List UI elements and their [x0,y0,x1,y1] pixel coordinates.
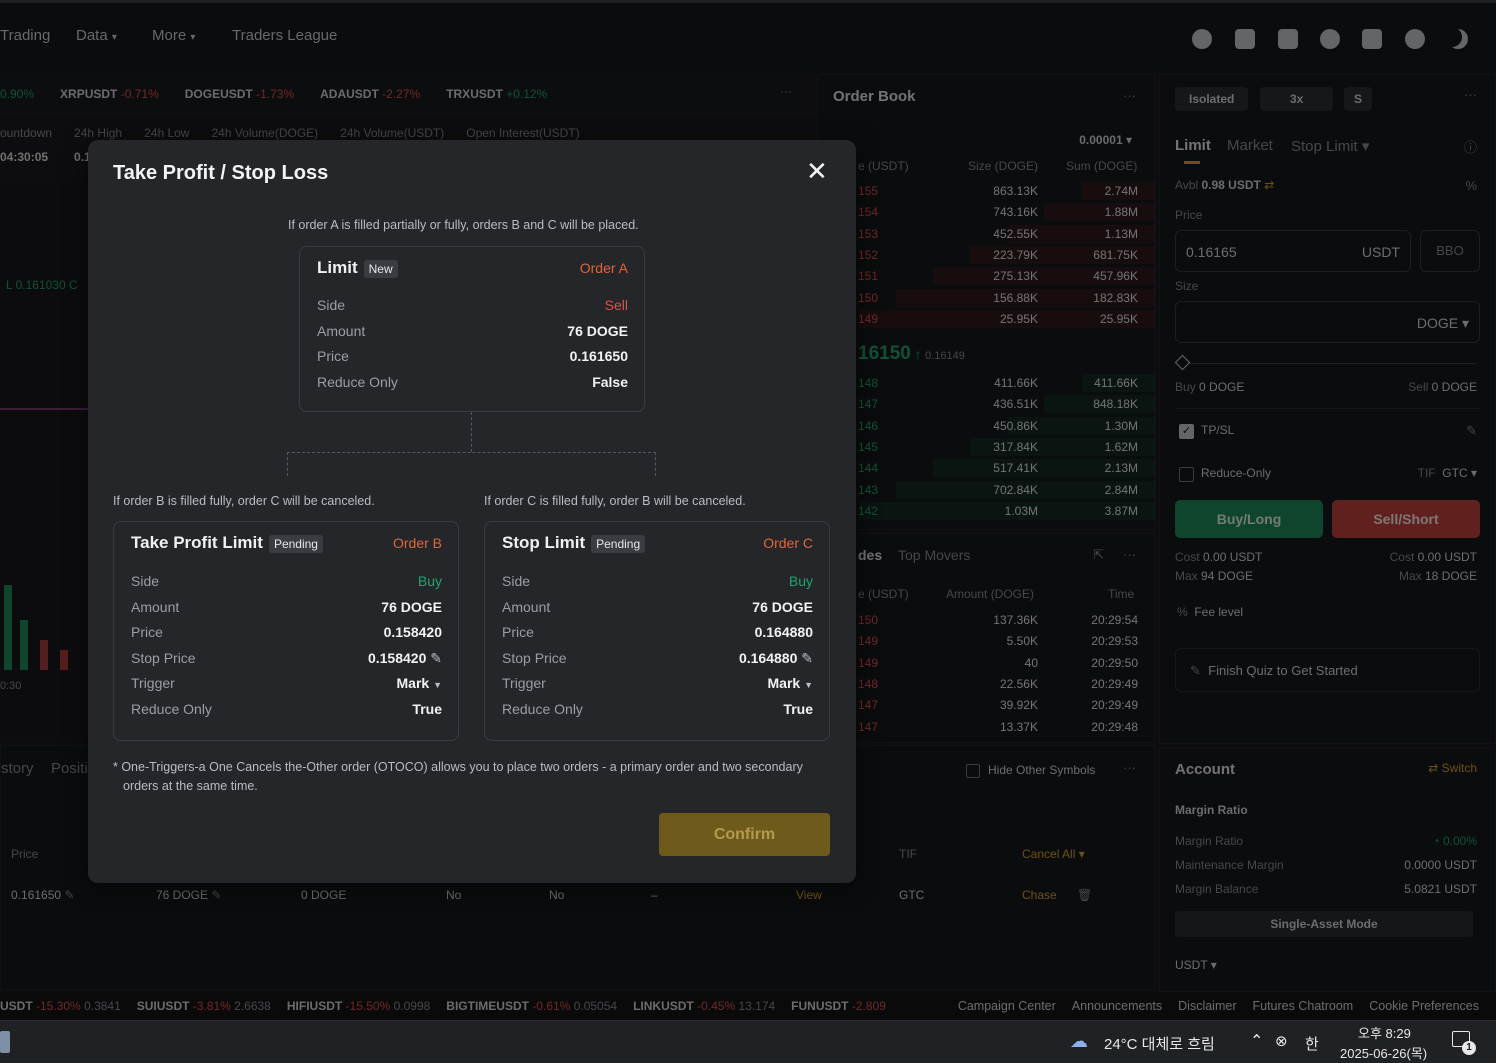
side-label: Side [502,573,531,589]
chevron-down-icon: ▼ [433,680,442,690]
order-c-note: If order C is filled fully, order B will… [484,494,746,508]
confirm-label: Confirm [713,826,776,843]
order-b-tag: Order B [392,535,442,551]
reduce-only-value: True [783,701,813,717]
stop-price-value: 0.164880 [738,650,798,666]
amount-label: Amount [502,599,551,615]
stop-price-label: Stop Price [502,650,567,666]
order-a-tag: Order A [579,260,628,276]
edit-icon: ✎ [801,650,813,666]
order-c-badge: Pending [591,534,646,553]
side-value: Buy [417,573,442,589]
weather-text[interactable]: 24°C 대체로 흐림 [1104,1033,1215,1054]
amount-label: Amount [131,599,180,615]
notification-count: 1 [1462,1041,1476,1055]
order-a-title: Limit New [317,258,398,278]
side-value: Buy [788,573,813,589]
price-label: Price [131,624,163,640]
order-c-card: Stop Limit Pending Order C Side Buy Amoun… [484,521,830,741]
otoco-footnote: * One-Triggers-a One Cancels the-Other o… [113,760,803,774]
order-a-badge: New [363,259,398,278]
order-a-type: Limit [317,258,358,277]
trigger-value: Mark [396,675,430,691]
chevron-up-icon[interactable]: ⌃ [1250,1031,1263,1051]
close-circle-icon[interactable]: ⊗ [1275,1032,1288,1050]
modal-title: Take Profit / Stop Loss [113,162,329,184]
clock-date[interactable]: 2025-06-26(목) [1340,1043,1427,1062]
trigger-select[interactable]: Mark ▼ [397,675,443,691]
amount-value: 76 DOGE [381,599,442,615]
connector-line [471,412,472,452]
trigger-label: Trigger [502,675,546,691]
reduce-only-label: Reduce Only [131,701,212,717]
price-value: 0.161650 [569,348,628,364]
app-icon[interactable] [0,1031,10,1053]
order-b-note: If order B is filled fully, order C will… [113,494,375,508]
reduce-only-label: Reduce Only [317,374,398,390]
close-icon[interactable]: ✕ [806,158,828,184]
order-a-note: If order A is filled partially or fully,… [288,218,639,232]
price-value: 0.164880 [754,624,813,640]
amount-value: 76 DOGE [752,599,813,615]
ime-indicator[interactable]: 한 [1305,1033,1319,1054]
price-value: 0.158420 [383,624,442,640]
order-c-title: Stop Limit Pending [502,533,646,553]
side-value: Sell [604,297,628,313]
side-label: Side [131,573,160,589]
confirm-button[interactable]: Confirm [659,813,830,856]
os-taskbar: ☁ 24°C 대체로 흐림 ⌃ ⊗ 한 오후 8:29 2025-06-26(목… [0,1020,1496,1063]
amount-value: 76 DOGE [567,323,628,339]
order-b-badge: Pending [268,534,323,553]
otoco-footnote-cont: orders at the same time. [123,779,258,793]
reduce-only-label: Reduce Only [502,701,583,717]
reduce-only-value: True [412,701,442,717]
order-c-tag: Order C [763,535,813,551]
order-a-card: Limit New Order A Side Sell Amount 76 DOG… [299,246,645,412]
trigger-select[interactable]: Mark ▼ [768,675,814,691]
weather-icon: ☁ [1070,1031,1088,1051]
clock-time[interactable]: 오후 8:29 [1358,1023,1411,1042]
connector-line [287,452,656,476]
order-b-card: Take Profit Limit Pending Order B Side Bu… [113,521,459,741]
stop-price-value: 0.158420 [367,650,427,666]
reduce-only-value: False [592,374,628,390]
trigger-value: Mark [767,675,801,691]
stop-price-field[interactable]: 0.158420 ✎ [368,650,442,667]
trigger-label: Trigger [131,675,175,691]
order-b-title: Take Profit Limit Pending [131,533,323,553]
order-b-type: Take Profit Limit [131,533,263,552]
price-label: Price [502,624,534,640]
edit-icon: ✎ [430,650,442,666]
side-label: Side [317,297,346,313]
price-label: Price [317,348,349,364]
stop-price-label: Stop Price [131,650,196,666]
stop-price-field[interactable]: 0.164880 ✎ [739,650,813,667]
order-c-type: Stop Limit [502,533,586,552]
tpsl-modal: Take Profit / Stop Loss ✕ If order A is … [88,140,856,883]
chevron-down-icon: ▼ [804,680,813,690]
amount-label: Amount [317,323,366,339]
